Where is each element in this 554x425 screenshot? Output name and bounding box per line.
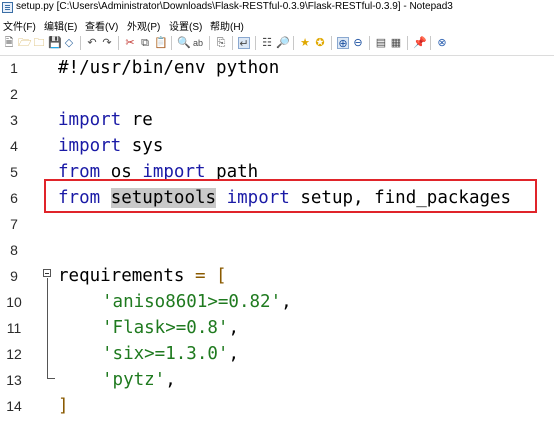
toolbar-separator	[407, 36, 408, 50]
menu-file[interactable]: 文件(F)	[3, 18, 36, 33]
identifier: requirements	[58, 266, 185, 286]
schemes-icon[interactable]: ▤	[375, 37, 387, 49]
customize-icon[interactable]: ▦	[390, 37, 402, 49]
toolbar-separator	[293, 36, 294, 50]
fold-margin-end	[47, 378, 55, 379]
line-number: 5	[10, 164, 18, 180]
code-line: 14 ]	[0, 394, 554, 420]
toolbar-separator	[255, 36, 256, 50]
menu-view[interactable]: 查看(V)	[85, 18, 118, 33]
line-number: 3	[10, 112, 18, 128]
code-line: 2	[0, 82, 554, 108]
line-number: 4	[10, 138, 18, 154]
zoom-in-icon[interactable]: ⊕	[337, 37, 349, 50]
zoom-out-icon[interactable]: ⊖	[352, 37, 364, 49]
code-line: 9 requirements = [	[0, 264, 554, 290]
fold-collapse-icon[interactable]	[43, 269, 51, 277]
line-number: 2	[10, 86, 18, 102]
open-folder-icon[interactable]: 🗁	[18, 37, 32, 49]
line-number: 12	[6, 346, 22, 362]
undo-icon[interactable]: ↶	[86, 37, 98, 49]
line-number: 13	[6, 372, 22, 388]
code-line: 7	[0, 212, 554, 238]
copy-icon[interactable]: ⧉	[139, 37, 151, 49]
operator: ]	[58, 396, 69, 416]
code-line: 10 'aniso8601>=0.82',	[0, 290, 554, 316]
code-line: 4 import sys	[0, 134, 554, 160]
save-icon[interactable]: 💾	[48, 37, 62, 49]
code-text: sys	[121, 136, 164, 156]
exit-icon[interactable]: ⊗	[436, 37, 448, 49]
code-line: 8	[0, 238, 554, 264]
line-number: 9	[10, 268, 18, 284]
string-literal: 'pytz'	[102, 370, 166, 390]
goto-icon[interactable]: ⎘	[215, 37, 227, 49]
cut-icon[interactable]: ✂	[124, 37, 136, 49]
string-literal: 'aniso8601>=0.82'	[102, 292, 282, 312]
code-line: 12 'six>=1.3.0',	[0, 342, 554, 368]
line-number: 8	[10, 242, 18, 258]
operator: = [	[184, 266, 227, 286]
word-wrap-icon[interactable]: ↵	[238, 37, 250, 50]
window-title: setup.py [C:\Users\Administrator\Downloa…	[16, 1, 453, 12]
code-editor[interactable]: 1 #!/usr/bin/env python 2 3 import re 4 …	[0, 56, 554, 425]
paste-icon[interactable]: 📋	[154, 37, 168, 49]
save-as-icon[interactable]: ◇	[63, 37, 75, 49]
code-line: 3 import re	[0, 108, 554, 134]
code-text: ,	[228, 344, 239, 364]
line-number: 10	[6, 294, 22, 310]
zoom-icon[interactable]: ☷	[261, 37, 273, 49]
keyword: import	[58, 136, 122, 156]
code-text: ,	[228, 318, 239, 338]
toolbar-separator	[369, 36, 370, 50]
notepad3-app-icon	[2, 2, 13, 13]
menu-bar: 文件(F) 编辑(E) 查看(V) 外观(P) 设置(S) 帮助(H)	[0, 16, 554, 33]
code-line: 13 'pytz',	[0, 368, 554, 394]
find-files-icon[interactable]: 🔎	[276, 37, 290, 49]
toolbar-separator	[118, 36, 119, 50]
browse-icon[interactable]: 🗀	[33, 37, 45, 49]
toolbar-separator	[171, 36, 172, 50]
keyword: import	[58, 110, 122, 130]
menu-appearance[interactable]: 外观(P)	[127, 18, 160, 33]
favorites-icon[interactable]: ★	[299, 37, 311, 49]
toolbar-separator	[430, 36, 431, 50]
code-line: 1 #!/usr/bin/env python	[0, 56, 554, 82]
menu-help[interactable]: 帮助(H)	[210, 18, 244, 33]
string-literal: 'Flask>=0.8'	[102, 318, 229, 338]
line-number: 11	[6, 320, 22, 336]
add-favorite-icon[interactable]: ✪	[314, 37, 326, 49]
red-highlight-box	[44, 179, 537, 213]
new-file-icon[interactable]: 🗎	[3, 37, 15, 49]
code-text: re	[121, 110, 153, 130]
toolbar-separator	[331, 36, 332, 50]
line-number: 14	[6, 398, 22, 414]
menu-edit[interactable]: 编辑(E)	[44, 18, 77, 33]
code-line: 11 'Flask>=0.8',	[0, 316, 554, 342]
line-number: 6	[10, 190, 18, 206]
fold-margin-line	[47, 278, 48, 378]
code-text: ,	[165, 370, 176, 390]
pin-icon[interactable]: 📌	[413, 37, 427, 49]
code-text: #!/usr/bin/env python	[58, 58, 280, 78]
toolbar-separator	[209, 36, 210, 50]
menu-settings[interactable]: 设置(S)	[169, 18, 202, 33]
toolbar-separator	[232, 36, 233, 50]
string-literal: 'six>=1.3.0'	[102, 344, 229, 364]
title-bar: setup.py [C:\Users\Administrator\Downloa…	[0, 0, 554, 16]
find-icon[interactable]: 🔍	[177, 37, 191, 49]
line-number: 7	[10, 216, 18, 232]
code-text: ,	[281, 292, 292, 312]
toolbar-separator	[80, 36, 81, 50]
replace-icon[interactable]: ab	[192, 37, 204, 49]
toolbar: 🗎 🗁 🗀 💾 ◇ ↶ ↷ ✂ ⧉ 📋 🔍 ab ⎘ ↵ ☷ 🔎 ★ ✪ ⊕ ⊖…	[0, 33, 554, 56]
redo-icon[interactable]: ↷	[101, 37, 113, 49]
line-number: 1	[10, 60, 18, 76]
